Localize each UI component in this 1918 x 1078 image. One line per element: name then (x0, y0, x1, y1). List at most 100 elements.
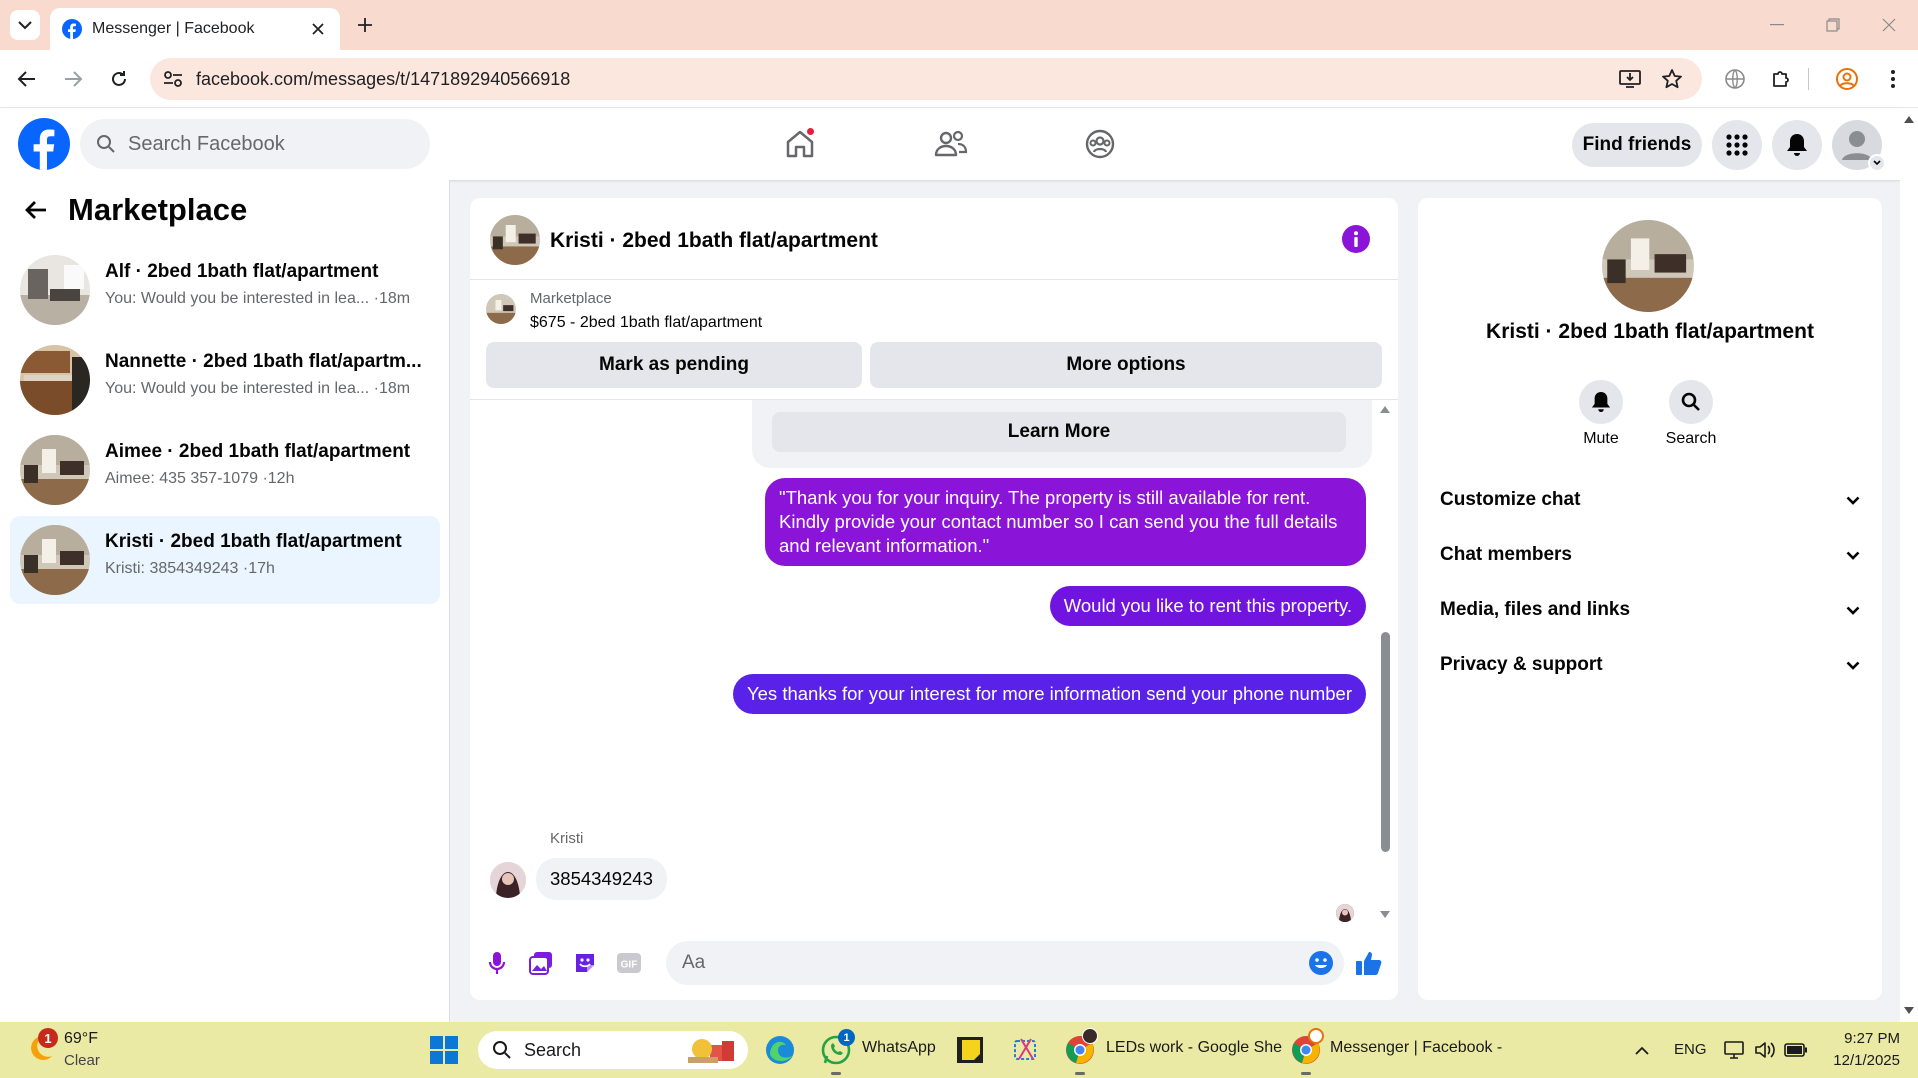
taskbar-search[interactable]: Search (478, 1031, 748, 1069)
chrome-window-label[interactable]: Messenger | Facebook - (1330, 1039, 1502, 1057)
facebook-logo-icon[interactable] (18, 118, 70, 170)
input-language[interactable]: ENG (1674, 1041, 1707, 1058)
clock-time[interactable]: 9:27 PM (1830, 1030, 1900, 1047)
sticky-notes-icon[interactable] (952, 1032, 988, 1068)
scroll-down-icon[interactable] (1903, 1006, 1915, 1016)
listing-avatar (20, 435, 90, 505)
restore-window-button[interactable] (1808, 8, 1858, 42)
scroll-thumb[interactable] (1381, 632, 1390, 852)
menu-button[interactable] (1712, 120, 1762, 170)
conversation-item-aimee[interactable]: Aimee · 2bed 1bath flat/apartment Aimee:… (10, 426, 440, 514)
nav-groups-button[interactable] (1078, 122, 1122, 166)
scroll-up-icon[interactable] (1378, 404, 1392, 414)
conversation-snippet: Aimee: 435 357-1079 ·12h (105, 470, 295, 487)
tab-search-button[interactable] (10, 10, 40, 40)
search-icon (493, 1041, 511, 1059)
message-scrollbar[interactable] (1378, 404, 1392, 920)
browser-menu-icon[interactable] (1880, 66, 1906, 92)
address-bar[interactable]: facebook.com/messages/t/1471892940566918 (150, 58, 1702, 100)
back-arrow-icon[interactable] (24, 199, 48, 221)
outgoing-message[interactable]: "Thank you for your inquiry. The propert… (765, 478, 1366, 566)
tab-close-icon[interactable] (308, 19, 328, 39)
read-receipt-avatar (1336, 904, 1354, 922)
site-settings-icon[interactable] (162, 68, 184, 90)
install-app-icon[interactable] (1618, 67, 1642, 91)
row-label: Privacy & support (1440, 654, 1603, 675)
start-windows-icon[interactable] (426, 1032, 462, 1068)
conversation-info-icon[interactable] (1342, 225, 1370, 253)
like-thumbs-up-icon[interactable] (1354, 948, 1384, 978)
conversation-item-kristi[interactable]: Kristi · 2bed 1bath flat/apartment Krist… (10, 516, 440, 604)
battery-icon[interactable] (1784, 1043, 1808, 1057)
browser-tab-active[interactable]: Messenger | Facebook (50, 8, 340, 50)
chat-title[interactable]: Kristi · 2bed 1bath flat/apartment (550, 229, 878, 253)
clock-date[interactable]: 12/1/2025 (1830, 1052, 1900, 1069)
nav-friends-button[interactable] (929, 122, 973, 166)
search-in-conversation-button[interactable]: Search (1656, 380, 1726, 448)
translate-globe-icon[interactable] (1722, 66, 1748, 92)
listing-thumbnail[interactable] (486, 294, 516, 324)
weather-temperature[interactable]: 69°F (64, 1030, 98, 1048)
extensions-puzzle-icon[interactable] (1768, 66, 1794, 92)
profile-icon[interactable] (1834, 66, 1860, 92)
snipping-tool-icon[interactable] (1008, 1032, 1044, 1068)
emoji-icon[interactable] (1308, 950, 1334, 976)
customize-chat-row[interactable]: Customize chat (1434, 476, 1866, 524)
bookmark-star-icon[interactable] (1660, 67, 1684, 91)
account-chevron-icon[interactable] (1868, 154, 1886, 172)
chat-avatar[interactable] (490, 215, 540, 265)
sender-avatar[interactable] (490, 862, 526, 898)
conversation-snippet: You: Would you be interested in lea... ·… (105, 380, 411, 397)
voice-clip-icon[interactable] (482, 948, 512, 978)
volume-icon[interactable] (1754, 1040, 1776, 1060)
forward-button[interactable] (58, 64, 88, 94)
incoming-message[interactable]: 3854349243 (536, 858, 667, 900)
attach-photo-icon[interactable] (526, 948, 556, 978)
gif-icon[interactable]: GIF (614, 948, 644, 978)
reload-button[interactable] (104, 64, 134, 94)
find-friends-button[interactable]: Find friends (1572, 123, 1702, 167)
svg-text:GIF: GIF (621, 960, 638, 971)
privacy-support-row[interactable]: Privacy & support (1434, 641, 1866, 689)
facebook-search-input[interactable]: Search Facebook (80, 119, 430, 169)
more-options-button[interactable]: More options (870, 342, 1382, 388)
message-input-placeholder: Aa (682, 952, 706, 973)
chevron-down-icon (1846, 496, 1860, 505)
scroll-down-icon[interactable] (1378, 910, 1392, 920)
conversation-name: Aimee · 2bed 1bath flat/apartment (105, 441, 411, 462)
nav-home-button[interactable] (778, 122, 822, 166)
chat-panel: Kristi · 2bed 1bath flat/apartment Marke… (470, 198, 1398, 1000)
weather-condition[interactable]: Clear (64, 1052, 100, 1069)
chevron-down-icon (1846, 551, 1860, 560)
back-button[interactable] (12, 64, 42, 94)
new-tab-button[interactable] (352, 12, 378, 38)
page-scrollbar[interactable] (1900, 108, 1918, 1022)
scroll-up-icon[interactable] (1903, 114, 1915, 124)
message-input[interactable]: Aa (666, 941, 1344, 985)
media-files-links-row[interactable]: Media, files and links (1434, 586, 1866, 634)
edge-browser-icon[interactable] (762, 1032, 798, 1068)
minimize-window-button[interactable] (1752, 8, 1802, 42)
whatsapp-label[interactable]: WhatsApp (862, 1039, 936, 1057)
chat-members-row[interactable]: Chat members (1434, 531, 1866, 579)
network-icon[interactable] (1724, 1040, 1746, 1060)
chrome-window-label[interactable]: LEDs work - Google She (1106, 1039, 1282, 1057)
learn-more-button[interactable]: Learn More (772, 412, 1346, 452)
details-avatar[interactable] (1602, 220, 1694, 312)
sidebar-title: Marketplace (68, 192, 248, 227)
mark-as-pending-button[interactable]: Mark as pending (486, 342, 862, 388)
conversation-item-alf[interactable]: Alf · 2bed 1bath flat/apartment You: Wou… (10, 246, 440, 334)
notifications-button[interactable] (1772, 120, 1822, 170)
tray-chevron-up-icon[interactable] (1634, 1046, 1650, 1056)
facebook-header: Search Facebook Find friends (0, 108, 1900, 180)
outgoing-message[interactable]: Yes thanks for your interest for more in… (733, 674, 1366, 714)
sticker-icon[interactable] (570, 948, 600, 978)
conversation-item-nannette[interactable]: Nannette · 2bed 1bath flat/apartm... You… (10, 336, 440, 424)
chrome-profile-avatar (1082, 1028, 1098, 1044)
listing-price-title[interactable]: $675 - 2bed 1bath flat/apartment (530, 314, 762, 332)
mute-button[interactable]: Mute (1566, 380, 1636, 448)
close-window-button[interactable] (1864, 8, 1914, 42)
address-url[interactable]: facebook.com/messages/t/1471892940566918 (196, 69, 570, 90)
outgoing-message[interactable]: Would you like to rent this property. (1049, 586, 1366, 626)
search-highlight-icon (688, 1039, 734, 1063)
